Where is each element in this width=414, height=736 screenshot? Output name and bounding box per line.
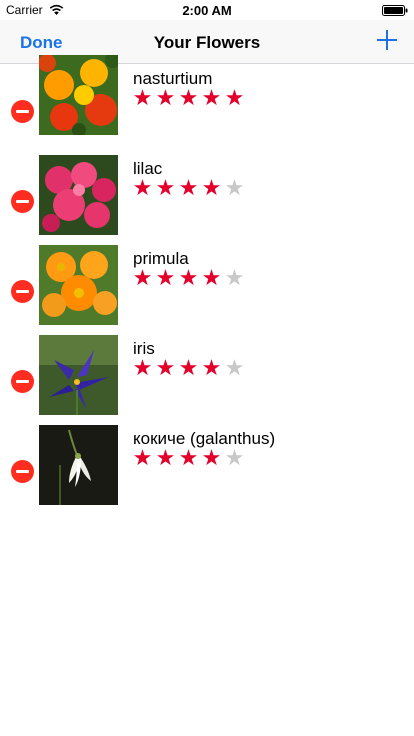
delete-button[interactable] [11,460,34,483]
star-filled-icon[interactable]: ★ [154,447,177,469]
rating-stars[interactable]: ★ ★ ★ ★ ★ [131,267,246,289]
star-filled-icon[interactable]: ★ [177,87,200,109]
rating-stars[interactable]: ★ ★ ★ ★ ★ [131,357,246,379]
star-filled-icon[interactable]: ★ [177,357,200,379]
star-filled-icon[interactable]: ★ [131,447,154,469]
star-filled-icon[interactable]: ★ [177,447,200,469]
star-filled-icon[interactable]: ★ [200,87,223,109]
battery-icon [382,5,408,16]
star-filled-icon[interactable]: ★ [131,177,154,199]
star-filled-icon[interactable]: ★ [200,177,223,199]
star-filled-icon[interactable]: ★ [154,357,177,379]
list-item[interactable]: nasturtium ★ ★ ★ ★ ★ [0,55,414,145]
star-filled-icon[interactable]: ★ [131,357,154,379]
star-filled-icon[interactable]: ★ [154,267,177,289]
delete-button[interactable] [11,100,34,123]
status-time: 2:00 AM [182,3,232,18]
plus-icon[interactable] [376,29,398,51]
list-item[interactable]: iris ★ ★ ★ ★ ★ [0,325,414,415]
star-filled-icon[interactable]: ★ [131,267,154,289]
flower-photo [39,55,118,135]
status-bar: Carrier 2:00 AM [0,0,414,20]
star-filled-icon[interactable]: ★ [200,447,223,469]
star-empty-icon[interactable]: ★ [223,177,246,199]
list-item[interactable]: lilac ★ ★ ★ ★ ★ [0,145,414,235]
list-item[interactable]: кокиче (galanthus) ★ ★ ★ ★ ★ [0,415,414,505]
rating-stars[interactable]: ★ ★ ★ ★ ★ [131,447,246,469]
flower-photo [39,155,118,235]
delete-button[interactable] [11,370,34,393]
star-filled-icon[interactable]: ★ [177,267,200,289]
star-filled-icon[interactable]: ★ [154,177,177,199]
list-item[interactable]: primula ★ ★ ★ ★ ★ [0,235,414,325]
star-empty-icon[interactable]: ★ [223,267,246,289]
star-filled-icon[interactable]: ★ [200,267,223,289]
star-filled-icon[interactable]: ★ [131,87,154,109]
delete-button[interactable] [11,280,34,303]
page-title: Your Flowers [153,33,261,52]
delete-button[interactable] [11,190,34,213]
flower-photo [39,245,118,325]
star-filled-icon[interactable]: ★ [154,87,177,109]
star-empty-icon[interactable]: ★ [223,357,246,379]
star-filled-icon[interactable]: ★ [223,87,246,109]
flower-photo [39,335,118,415]
rating-stars[interactable]: ★ ★ ★ ★ ★ [131,87,246,109]
rating-stars[interactable]: ★ ★ ★ ★ ★ [131,177,246,199]
flower-photo [39,425,118,505]
star-filled-icon[interactable]: ★ [177,177,200,199]
star-filled-icon[interactable]: ★ [200,357,223,379]
star-empty-icon[interactable]: ★ [223,447,246,469]
flower-list: nasturtium ★ ★ ★ ★ ★ lilac ★ ★ ★ ★ ★ pri… [0,55,414,505]
